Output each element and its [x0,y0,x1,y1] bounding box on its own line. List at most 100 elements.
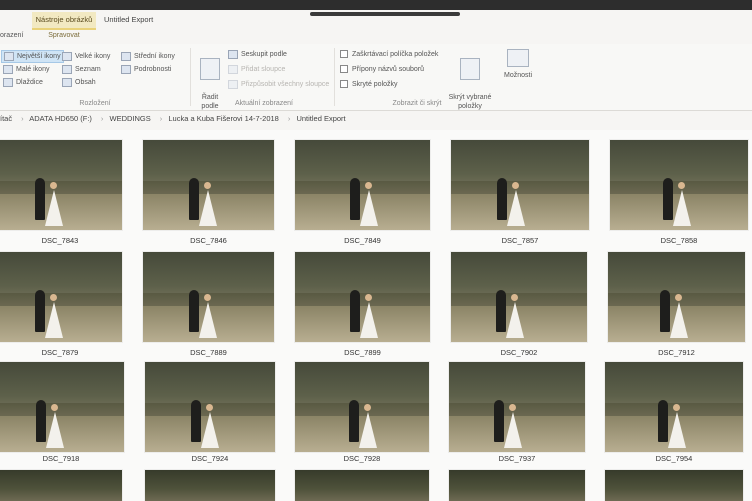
layout-large-icons[interactable]: Velké ikony [62,51,110,62]
file-extensions-toggle[interactable]: Přípony názvů souborů [340,64,424,75]
breadcrumb-item[interactable]: WEDDINGS [110,114,151,123]
view-group-label: Aktuální zobrazení [235,100,293,107]
photo-groom [663,178,673,220]
file-thumbnail[interactable] [0,252,122,342]
chevron-right-icon: › [21,114,24,123]
large-icons-icon [62,51,72,61]
file-name-label[interactable]: DSC_7902 [459,348,579,357]
file-name-label[interactable]: DSC_7858 [619,236,739,245]
photo-trees [0,470,122,501]
file-thumbnail[interactable] [145,362,275,452]
file-name-label[interactable]: DSC_7918 [1,454,121,463]
file-name-label[interactable]: DSC_7846 [149,236,269,245]
photo-trees [605,470,743,501]
file-name-label[interactable]: DSC_7857 [460,236,580,245]
small-icons-icon [3,64,13,74]
photo-bride-head [50,182,57,189]
fit-columns-button[interactable]: Přizpůsobit všechny sloupce [228,79,329,90]
tiles-icon [3,77,13,87]
file-thumbnail[interactable] [449,470,585,501]
photo-trees [0,140,122,196]
photo-bride-head [204,182,211,189]
photo-bride-head [675,294,682,301]
file-thumbnail[interactable] [451,140,589,230]
file-name-label[interactable]: DSC_7849 [303,236,423,245]
file-name-label[interactable]: DSC_7924 [150,454,270,463]
file-name-label[interactable]: DSC_7889 [149,348,269,357]
photo-trees [295,362,429,418]
file-thumbnail[interactable] [295,470,429,501]
file-thumbnail[interactable] [143,252,274,342]
file-thumbnail[interactable] [143,140,274,230]
medium-icons-icon [121,51,131,61]
show-group-label: Zobrazit či skrýt [392,100,442,107]
tab-picture-tools[interactable]: Nástroje obrázků [32,12,96,30]
ribbon: Největší ikony Velké ikony Střední ikony… [0,44,752,111]
add-columns-button[interactable]: Přidat sloupce [228,64,285,75]
item-checkboxes-toggle[interactable]: Zaškrtávací políčka položek [340,49,438,60]
file-thumbnail[interactable] [295,140,430,230]
checkbox[interactable] [340,80,348,89]
file-thumbnail[interactable] [0,470,122,501]
layout-small-icons[interactable]: Malé ikony [3,64,49,75]
layout-medium-icons[interactable]: Střední ikony [121,51,175,62]
file-thumbnail[interactable] [608,252,745,342]
file-thumbnail[interactable] [605,362,743,452]
layout-list[interactable]: Seznam [62,64,101,75]
file-thumbnail[interactable] [0,140,122,230]
file-name-label[interactable]: DSC_7954 [614,454,734,463]
checkbox[interactable] [340,65,348,74]
file-thumbnail[interactable] [449,362,585,452]
file-name-label[interactable]: DSC_7937 [457,454,577,463]
layout-details[interactable]: Podrobnosti [121,64,171,75]
photo-trees [295,470,429,501]
options-button[interactable]: Možnosti [498,49,538,80]
photo-bride [45,190,63,226]
file-name-label[interactable]: DSC_7928 [302,454,422,463]
sort-by-button[interactable]: Řadit podle [194,49,226,111]
layout-content[interactable]: Obsah [62,77,96,88]
file-name-label[interactable]: DSC_7912 [617,348,737,357]
photo-groom [36,400,46,442]
photo-bride [199,302,217,338]
file-name-label[interactable]: DSC_7843 [0,236,120,245]
file-name-label[interactable]: DSC_7899 [303,348,423,357]
photo-bride-head [365,182,372,189]
layout-tiles[interactable]: Dlaždice [3,77,43,88]
tab-view-partial[interactable]: orazení [0,30,23,42]
hidden-items-toggle[interactable]: Skryté položky [340,79,398,90]
checkbox[interactable] [340,50,348,59]
photo-bride [507,190,525,226]
breadcrumb-item[interactable]: Lucka a Kuba Fišerovi 14-7-2018 [168,114,278,123]
photo-groom [35,178,45,220]
monitor-bezel-top [0,0,752,10]
file-thumbnail[interactable] [295,252,430,342]
photo-bride-head [364,404,371,411]
file-thumbnail[interactable] [605,470,743,501]
photo-groom [35,290,45,332]
file-thumbnail[interactable] [610,140,748,230]
file-thumbnail[interactable] [145,470,275,501]
tab-manage[interactable]: Spravovat [32,30,96,42]
file-thumbnail[interactable] [295,362,429,452]
photo-trees [451,252,587,308]
chevron-right-icon: › [287,114,291,123]
file-name-label[interactable]: DSC_7879 [0,348,120,357]
photo-bride [504,412,522,448]
photo-groom [189,178,199,220]
photo-bride-head [206,404,213,411]
breadcrumb: ítač › ADATA HD650 (F:) › WEDDINGS › Lucka … [0,112,752,126]
layout-extra-large-icons[interactable]: Největší ikony [1,50,64,63]
photo-groom [350,290,360,332]
file-thumbnail[interactable] [0,362,124,452]
file-grid: DSC_7843 DSC_7846 DSC_7849 DSC_7857 DSC_7858… [0,130,752,501]
group-by-button[interactable]: Seskupit podle [228,49,287,60]
photo-bride-head [50,294,57,301]
breadcrumb-item[interactable]: ADATA HD650 (F:) [29,114,92,123]
photo-groom [496,290,506,332]
breadcrumb-item[interactable]: ítač [0,114,12,123]
breadcrumb-item[interactable]: Untitled Export [296,114,345,123]
file-thumbnail[interactable] [451,252,587,342]
photo-trees [295,252,430,308]
photo-bride-head [509,404,516,411]
